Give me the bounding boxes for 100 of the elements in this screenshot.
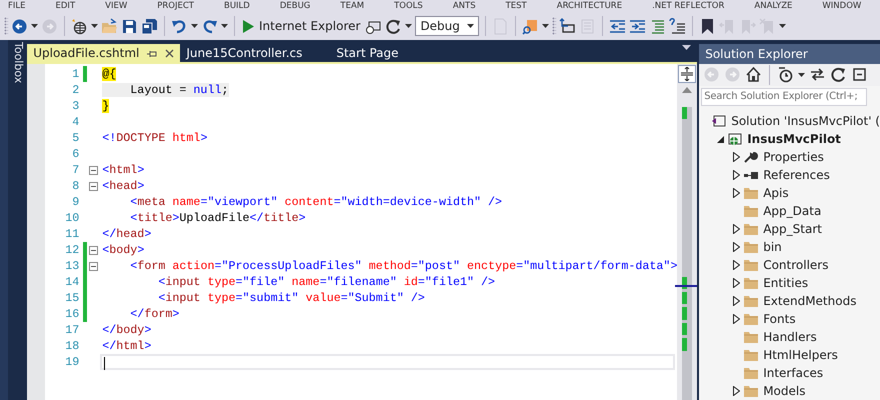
find-in-files-icon[interactable] <box>522 18 540 34</box>
comment-lines-icon[interactable] <box>649 18 666 34</box>
menu-item[interactable]: DEBUG <box>280 0 310 12</box>
sync-arrows-icon[interactable] <box>809 66 826 84</box>
document-tab[interactable]: UploadFile.cshtml <box>27 44 180 62</box>
menu-item[interactable]: TEST <box>506 0 527 12</box>
tree-item[interactable]: Handlers <box>763 328 817 346</box>
folder-icon <box>743 366 760 380</box>
folder-icon <box>743 222 760 236</box>
collapse-icon[interactable] <box>89 246 98 254</box>
menu-item[interactable]: VIEW <box>105 0 128 12</box>
collapse-icon[interactable] <box>89 262 98 270</box>
split-button[interactable] <box>678 65 696 83</box>
change-marker <box>682 307 687 320</box>
code-line: <form action="ProcessUploadFiles" method="post" enctype="multipart/form-data"> <box>129 258 678 274</box>
code-line: <input type="file" name="filename" id="file1" /> <box>157 274 496 290</box>
tree-item[interactable]: Apis <box>763 184 789 202</box>
menu-item[interactable]: ANALYZE <box>754 0 792 12</box>
toolbar-grip[interactable] <box>4 17 8 35</box>
tree-item[interactable]: HtmlHelpers <box>763 346 838 364</box>
tree-item[interactable]: Solution 'InsusMvcPilot' ( <box>731 112 880 130</box>
tree-item[interactable]: App_Data <box>763 202 822 220</box>
refresh-icon[interactable] <box>830 66 848 84</box>
line-number: 11 <box>64 226 80 242</box>
uncomment-lines-icon[interactable] <box>669 18 686 34</box>
collapse-icon[interactable] <box>89 182 98 190</box>
tree-item[interactable]: References <box>763 166 830 184</box>
menu-item[interactable]: EDIT <box>56 0 76 12</box>
search-field[interactable]: Search Solution Explorer (Ctrl+; <box>701 88 868 106</box>
scroll-up-icon[interactable] <box>682 87 692 93</box>
home-icon[interactable] <box>745 66 762 84</box>
globe-icon[interactable] <box>71 18 88 34</box>
code-line: Layout = null; <box>100 82 678 98</box>
save-all-icon[interactable] <box>141 18 158 34</box>
folder-icon <box>743 294 760 308</box>
line-number: 15 <box>64 290 80 306</box>
line-number: 9 <box>71 194 80 210</box>
window-icon[interactable] <box>559 18 576 34</box>
change-marker <box>682 276 687 289</box>
code-line: <input type="submit" value="Submit" /> <box>157 290 426 306</box>
tree-item[interactable]: Models <box>763 382 806 400</box>
folder-icon <box>743 312 760 326</box>
line-number: 7 <box>71 162 80 178</box>
redo-icon[interactable] <box>201 18 218 34</box>
wrench-icon <box>743 150 760 164</box>
line-number: 13 <box>64 258 80 274</box>
menu-item[interactable]: ARCHITECTURE <box>556 0 622 12</box>
menu-item[interactable]: TEAM <box>340 0 364 12</box>
line-number: 10 <box>64 210 80 226</box>
line-number: 5 <box>71 130 80 146</box>
folder-icon <box>743 258 760 272</box>
menu-item[interactable]: PROJECT <box>157 0 194 12</box>
back-icon[interactable] <box>11 18 28 34</box>
open-folder-icon[interactable] <box>101 18 118 34</box>
change-marker <box>682 292 687 304</box>
line-number: 19 <box>64 354 80 370</box>
tree-item[interactable]: Controllers <box>763 256 828 274</box>
tree-item[interactable]: ExtendMethods <box>763 292 856 310</box>
configuration-dropdown[interactable]: Debug <box>415 16 480 36</box>
outdent-icon[interactable] <box>609 18 626 34</box>
tree-item[interactable]: InsusMvcPilot <box>747 130 841 148</box>
start-debugging-button[interactable]: Internet Explorer <box>241 17 362 35</box>
line-number: 8 <box>71 178 80 194</box>
undo-icon[interactable] <box>171 18 188 34</box>
code-line: <head> <box>101 178 146 194</box>
menu-item[interactable]: BUILD <box>224 0 250 12</box>
collapse-icon[interactable] <box>89 166 98 174</box>
code-line: <meta name="viewport" content="width=device-width" /> <box>129 194 504 210</box>
menu-item[interactable]: ANTS <box>452 0 476 12</box>
menu-item[interactable]: FILE <box>8 0 26 12</box>
change-marker <box>682 338 687 351</box>
collapse-icon[interactable] <box>851 66 868 84</box>
code-line: </head> <box>101 226 152 242</box>
clock-icon[interactable] <box>777 66 794 84</box>
scrollbar[interactable] <box>682 107 692 400</box>
indent-icon[interactable] <box>629 18 646 34</box>
folder-icon <box>743 276 760 290</box>
code-line: </body> <box>101 322 152 338</box>
line-number: 17 <box>64 322 80 338</box>
toolbar-grip[interactable] <box>552 17 556 35</box>
tree-item[interactable]: Properties <box>763 148 824 166</box>
menu-item[interactable]: TOOLS <box>394 0 423 12</box>
panel-title: Solution Explorer <box>699 44 880 64</box>
menu-item[interactable]: .NET REFLECTOR <box>652 0 724 12</box>
tree-item[interactable]: Entities <box>763 274 808 292</box>
web-project-icon <box>727 132 744 146</box>
menu-item[interactable]: WINDOW <box>822 0 862 12</box>
code-line: </form> <box>129 306 180 322</box>
tree-item[interactable]: Interfaces <box>763 364 824 382</box>
folder-icon <box>743 348 760 362</box>
refresh-icon[interactable] <box>385 18 402 34</box>
tree-item[interactable]: App_Start <box>763 220 822 238</box>
code-line: <title>UploadFile</title> <box>129 210 307 226</box>
save-icon[interactable] <box>121 18 138 34</box>
tree-item[interactable]: Fonts <box>763 310 796 328</box>
tree-item[interactable]: bin <box>763 238 782 256</box>
folder-icon <box>743 186 760 200</box>
folder-icon <box>743 204 760 218</box>
change-marker <box>682 322 687 336</box>
line-number: 12 <box>64 242 80 258</box>
